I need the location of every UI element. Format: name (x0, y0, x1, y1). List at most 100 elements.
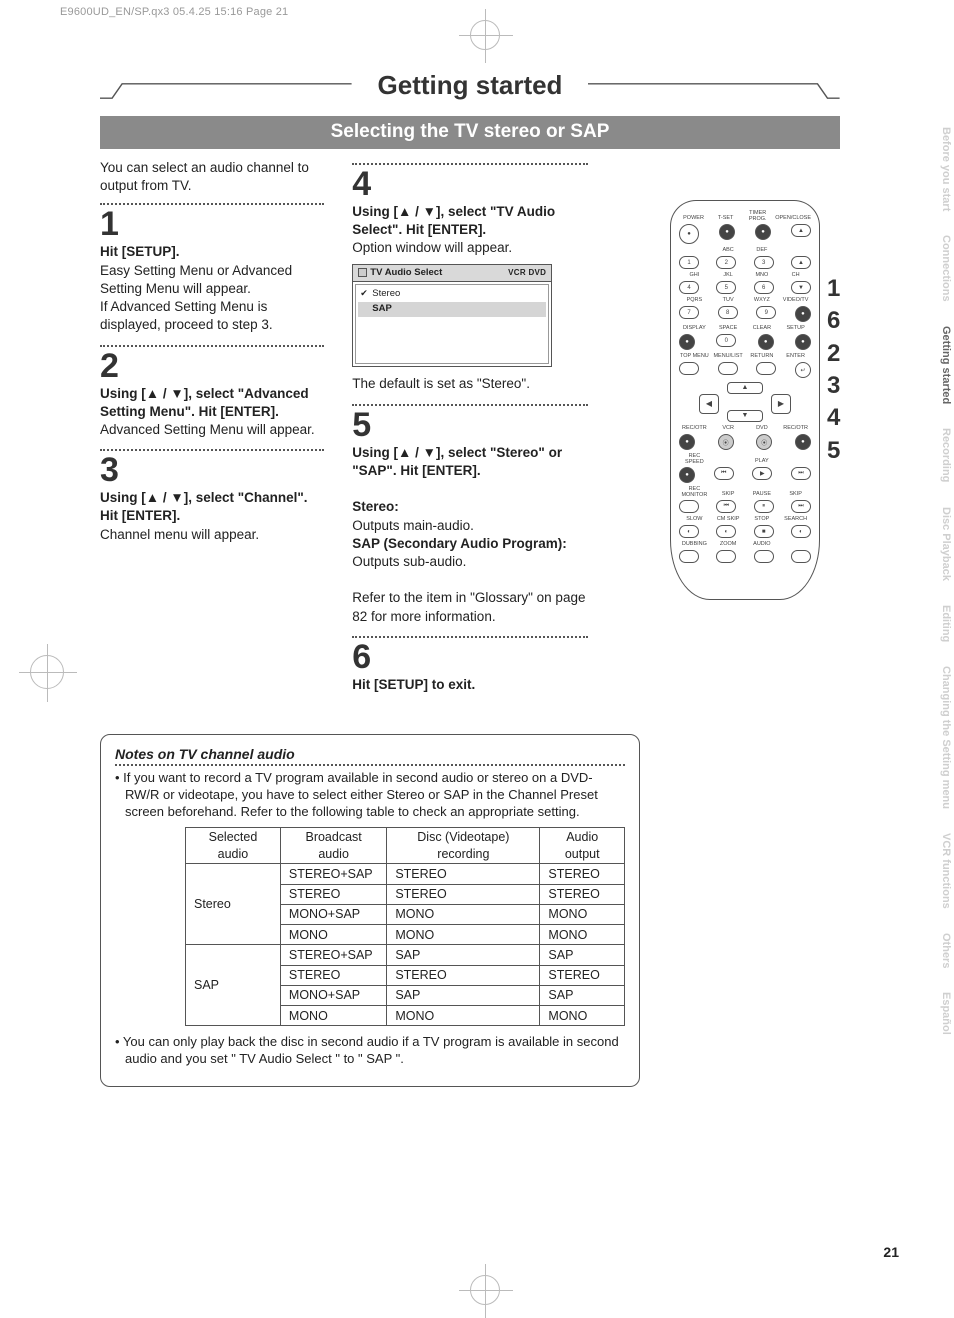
remote-label: TIMER PROG. (743, 211, 772, 222)
remote-label: SPACE (713, 326, 744, 332)
remote-button (756, 362, 776, 375)
table-row: SAPSTEREO+SAPSAPSAP (186, 945, 625, 965)
remote-button: ● (679, 224, 699, 244)
step-text: Advanced Setting Menu will appear. (100, 421, 324, 439)
side-tabs: Before you startConnectionsGetting start… (932, 115, 954, 1047)
remote-button: ● (679, 434, 695, 450)
remote-label: DISPLAY (679, 326, 710, 332)
th: Audio output (540, 827, 625, 864)
side-tab: Disc Playback (932, 495, 954, 593)
remote-label: PQRS (679, 298, 710, 304)
step-number: 5 (352, 408, 587, 442)
remote-button: ● (679, 467, 695, 483)
td: SAP (540, 945, 625, 965)
audio-table: Selected audio Broadcast audio Disc (Vid… (185, 827, 625, 1027)
osd-title: TV Audio Select (358, 267, 442, 280)
callout: 2 (827, 340, 840, 368)
step-number: 2 (100, 349, 324, 383)
step-text: Channel menu will appear. (100, 526, 324, 544)
remote-label: SETUP (780, 326, 811, 332)
remote-label (713, 459, 744, 465)
remote-button: ⦿ (756, 434, 772, 450)
remote-button: ▲ (791, 256, 811, 269)
remote-label: REC/OTR (679, 426, 710, 432)
remote-label: DEF (747, 248, 778, 254)
step-number: 1 (100, 207, 324, 241)
remote-button: ● (719, 224, 735, 240)
td: SAP (387, 985, 540, 1005)
remote-button: ⏭ (791, 500, 811, 513)
osd-option-stereo: Stereo (358, 287, 546, 302)
remote-label: MNO (747, 273, 778, 279)
step-text: The default is set as "Stereo". (352, 375, 587, 393)
step-number: 3 (100, 453, 324, 487)
remote-label: OPEN/CLOSE (775, 216, 811, 222)
remote-label: SLOW (679, 517, 710, 523)
remote-label: MENU/LIST (713, 354, 744, 360)
notes-box: Notes on TV channel audio • If you want … (100, 734, 640, 1087)
remote-button: ◐ (791, 525, 811, 538)
remote-label: DUBBING (679, 542, 710, 548)
td: STEREO (540, 864, 625, 884)
remote-label: T-SET (711, 216, 740, 222)
step-heading: Using [▲ / ▼], select "Channel". Hit [EN… (100, 489, 324, 525)
notes-bullet-2: • You can only play back the disc in sec… (115, 1034, 625, 1068)
remote-label: WXYZ (747, 298, 778, 304)
remote-illustration: POWERT-SETTIMER PROG.OPEN/CLOSE●●●▲ABCDE… (670, 200, 840, 620)
th: Broadcast audio (280, 827, 386, 864)
title-rule-right-icon (588, 82, 840, 100)
td: MONO+SAP (280, 985, 386, 1005)
remote-label: STOP (747, 517, 778, 523)
remote-label: RETURN (747, 354, 778, 360)
remote-button: ● (795, 334, 811, 350)
remote-button (679, 500, 699, 513)
remote-button: ◐ (679, 525, 699, 538)
side-tab: Others (932, 921, 954, 980)
remote-button: 6 (754, 281, 774, 294)
td: Stereo (186, 864, 281, 945)
remote-label: CM SKIP (713, 517, 744, 523)
divider-dots (352, 636, 587, 638)
remote-button: ■ (754, 525, 774, 538)
side-tab: Getting started (932, 314, 954, 416)
remote-button: 2 (716, 256, 736, 269)
remote-button: ▲ (791, 224, 811, 237)
side-tab: Editing (932, 593, 954, 654)
dpad-right-icon: ▶ (771, 394, 791, 414)
td: MONO (387, 1006, 540, 1026)
remote-button (791, 550, 811, 563)
callout: 1 (827, 275, 840, 303)
remote-label: VIDEO/TV (780, 298, 811, 304)
remote-button: ● (795, 434, 811, 450)
step-heading: Using [▲ / ▼], select "Advanced Setting … (100, 385, 324, 421)
td: MONO (540, 904, 625, 924)
td: STEREO (280, 965, 386, 985)
osd-window: TV Audio Select VCR DVD Stereo SAP (352, 264, 552, 368)
remote-button: 4 (679, 281, 699, 294)
remote-button: ● (679, 334, 695, 350)
remote-label: POWER (679, 216, 708, 222)
remote-button (718, 362, 738, 375)
divider-dots (100, 203, 324, 205)
step-heading: Hit [SETUP] to exit. (352, 676, 587, 694)
callout: 3 (827, 372, 840, 400)
notes-bullet-1: • If you want to record a TV program ava… (115, 770, 625, 821)
divider-dots (100, 449, 324, 451)
step-number: 6 (352, 640, 587, 674)
td: MONO (280, 925, 386, 945)
remote-button: ● (755, 224, 771, 240)
remote-button: 9 (756, 306, 776, 319)
step-text: Option window will appear. (352, 239, 587, 257)
callout: 6 (827, 307, 840, 335)
td: STEREO+SAP (280, 945, 386, 965)
remote-button (679, 362, 699, 375)
remote-label (780, 459, 811, 465)
intro-text: You can select an audio channel to outpu… (100, 159, 324, 195)
option-text: Outputs sub-audio. (352, 553, 587, 571)
remote-button (679, 550, 699, 563)
remote-button: 8 (718, 306, 738, 319)
remote-button: ⏸ (754, 500, 774, 513)
td: MONO (387, 904, 540, 924)
divider-dots (115, 764, 625, 766)
divider-dots (352, 163, 587, 165)
